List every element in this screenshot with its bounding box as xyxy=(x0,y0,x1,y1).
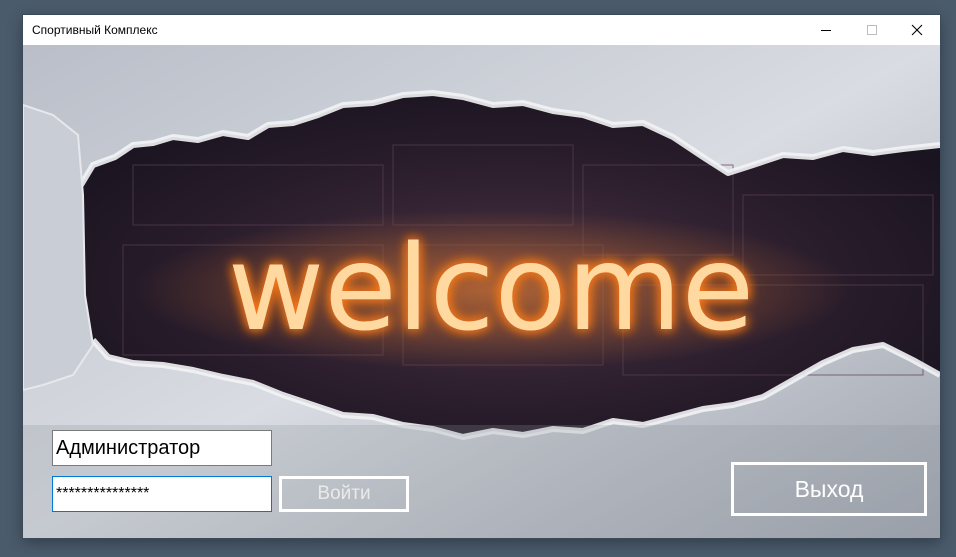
close-button[interactable] xyxy=(894,15,940,45)
login-screen: welcome Войти Выход xyxy=(23,45,940,538)
maximize-button[interactable] xyxy=(849,15,895,45)
welcome-text: welcome xyxy=(228,219,755,357)
app-window: Спортивный Комплекс welcome Администрато… xyxy=(23,15,940,538)
title-bar[interactable]: Спортивный Комплекс xyxy=(23,15,940,45)
window-title: Спортивный Комплекс xyxy=(32,23,158,37)
minimize-icon xyxy=(821,30,831,31)
exit-button[interactable]: Выход xyxy=(731,462,927,516)
minimize-button[interactable] xyxy=(803,15,849,45)
login-button[interactable]: Войти xyxy=(279,476,409,512)
close-icon xyxy=(911,24,923,36)
maximize-icon xyxy=(867,25,877,35)
username-input[interactable] xyxy=(52,430,272,466)
password-input[interactable] xyxy=(52,476,272,512)
